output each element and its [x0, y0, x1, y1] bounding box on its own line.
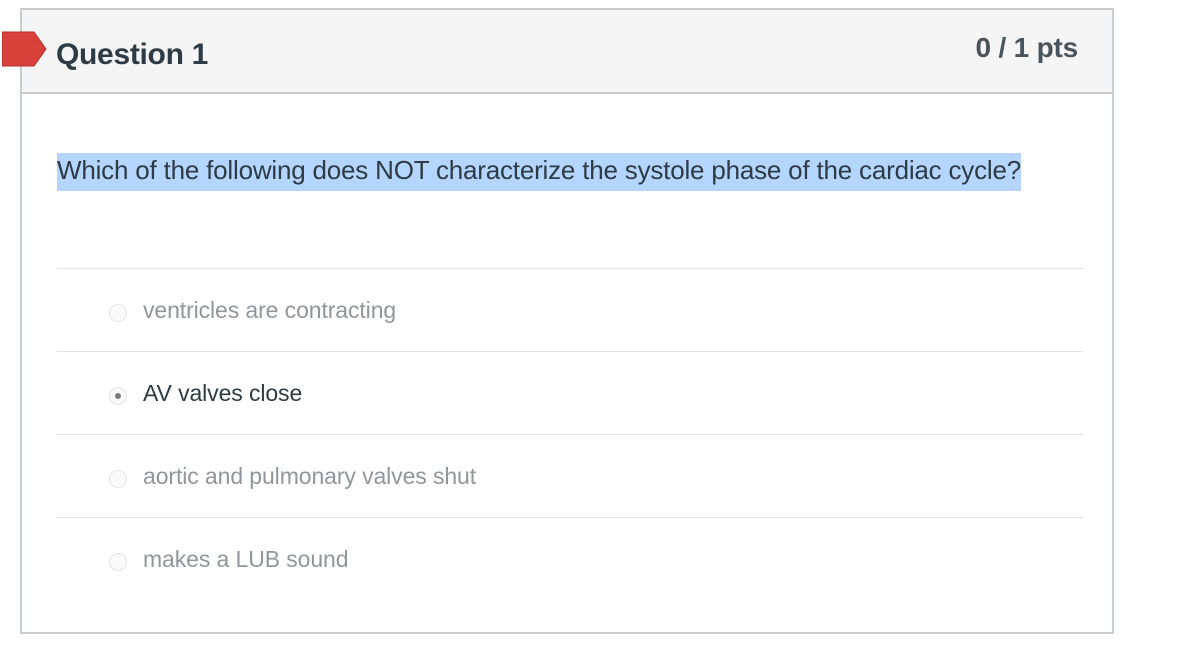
radio-icon[interactable]	[109, 553, 127, 571]
answer-list: ventricles are contracting AV valves clo…	[57, 268, 1083, 600]
points-score: 0 / 1 pts	[975, 32, 1079, 63]
question-title: Question 1	[56, 38, 209, 71]
radio-icon[interactable]	[109, 470, 127, 488]
answer-label: aortic and pulmonary valves shut	[143, 463, 477, 489]
answer-label: ventricles are contracting	[143, 297, 397, 323]
answer-option[interactable]: aortic and pulmonary valves shut	[57, 434, 1083, 517]
radio-icon[interactable]	[109, 387, 127, 405]
answer-label: AV valves close	[143, 380, 303, 406]
answer-label: makes a LUB sound	[143, 546, 349, 572]
question-text-highlight: Which of the following does NOT characte…	[57, 153, 1021, 191]
answer-option[interactable]: AV valves close	[57, 351, 1083, 434]
answer-option[interactable]: ventricles are contracting	[57, 268, 1083, 351]
radio-icon[interactable]	[109, 304, 127, 322]
answer-option[interactable]: makes a LUB sound	[57, 517, 1083, 600]
question-text: Which of the following does NOT characte…	[57, 148, 1087, 192]
flag-icon[interactable]	[2, 26, 48, 72]
question-header: Question 1 0 / 1 pts	[2, 10, 1112, 94]
question-card: Question 1 0 / 1 pts Which of the follow…	[2, 8, 1114, 634]
